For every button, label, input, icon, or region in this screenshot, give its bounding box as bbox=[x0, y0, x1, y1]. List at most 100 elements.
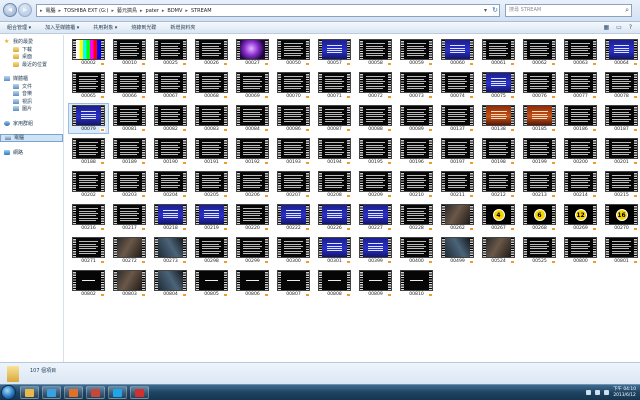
nav-favorites[interactable]: ★ 我的最愛 bbox=[0, 38, 63, 46]
file-tile[interactable]: 00087 bbox=[315, 104, 354, 133]
file-tile[interactable]: 00202 bbox=[69, 170, 108, 199]
file-tile[interactable]: 00228 bbox=[397, 203, 436, 232]
file-tile[interactable]: 00207 bbox=[274, 170, 313, 199]
taskbar-photos-icon[interactable] bbox=[86, 386, 105, 399]
file-tile[interactable]: 00192 bbox=[233, 137, 272, 166]
file-tile[interactable]: 00067 bbox=[151, 71, 190, 100]
file-tile[interactable]: 00199 bbox=[520, 137, 559, 166]
file-tile[interactable]: 00071 bbox=[315, 71, 354, 100]
organize-button[interactable]: 組合管理 ▾ bbox=[0, 24, 38, 31]
file-tile[interactable]: 00200 bbox=[561, 137, 600, 166]
search-icon[interactable]: ⌕ bbox=[625, 5, 629, 16]
taskbar-skype-icon[interactable] bbox=[108, 386, 127, 399]
file-tile[interactable]: 00196 bbox=[397, 137, 436, 166]
file-tile[interactable]: 00800 bbox=[561, 236, 600, 265]
nav-item-desktop[interactable]: 桌面 bbox=[0, 53, 63, 61]
nav-item-downloads[interactable]: 下載 bbox=[0, 46, 63, 54]
file-tile[interactable]: 00215 bbox=[602, 170, 640, 199]
file-tile[interactable]: 00226 bbox=[315, 203, 354, 232]
file-tile[interactable]: 00227 bbox=[356, 203, 395, 232]
file-tile[interactable]: 00203 bbox=[110, 170, 149, 199]
file-tile[interactable]: 00525 bbox=[520, 236, 559, 265]
file-tile[interactable]: 12 00269 bbox=[561, 203, 600, 232]
file-tile[interactable]: 00216 bbox=[69, 203, 108, 232]
file-tile[interactable]: 00193 bbox=[274, 137, 313, 166]
breadcrumb-separator-icon[interactable]: ▸ bbox=[112, 8, 115, 14]
file-tile[interactable]: 00063 bbox=[561, 38, 600, 67]
file-tile[interactable]: 00010 bbox=[110, 38, 149, 67]
file-tile[interactable]: 16 00270 bbox=[602, 203, 640, 232]
file-tile[interactable]: 00209 bbox=[356, 170, 395, 199]
taskbar-explorer-icon[interactable] bbox=[20, 386, 39, 399]
file-tile[interactable]: 00185 bbox=[520, 104, 559, 133]
file-tile[interactable]: 00808 bbox=[315, 269, 354, 298]
file-tile[interactable]: 00803 bbox=[110, 269, 149, 298]
nav-item-recent[interactable]: 最近的位置 bbox=[0, 61, 63, 69]
file-tile[interactable]: 00204 bbox=[151, 170, 190, 199]
file-tile[interactable]: 00211 bbox=[438, 170, 477, 199]
file-tile[interactable]: 00299 bbox=[233, 236, 272, 265]
file-tile[interactable]: 00400 bbox=[397, 236, 436, 265]
nav-item-documents[interactable]: 文件 bbox=[0, 83, 63, 91]
file-tile[interactable]: 00070 bbox=[274, 71, 313, 100]
file-tile[interactable]: 00072 bbox=[356, 71, 395, 100]
file-tile[interactable]: 00218 bbox=[151, 203, 190, 232]
file-tile[interactable]: 00089 bbox=[397, 104, 436, 133]
file-tile[interactable]: 00186 bbox=[561, 104, 600, 133]
file-tile[interactable]: 00079 bbox=[68, 103, 109, 134]
breadcrumb-item[interactable]: TOSHIBA EXT (G:) bbox=[64, 8, 108, 14]
nav-homegroup[interactable]: 家用群組 bbox=[0, 120, 63, 128]
file-tile[interactable]: 00208 bbox=[315, 170, 354, 199]
file-tile[interactable]: 00191 bbox=[192, 137, 231, 166]
file-tile[interactable]: 00262 bbox=[438, 203, 477, 232]
file-tile[interactable]: 00075 bbox=[479, 71, 518, 100]
file-tile[interactable]: 00810 bbox=[397, 269, 436, 298]
file-tile[interactable]: 00059 bbox=[397, 38, 436, 67]
file-tile[interactable]: 00809 bbox=[356, 269, 395, 298]
breadcrumb-item[interactable]: 藝元搞鳥 bbox=[117, 7, 137, 14]
refresh-icon[interactable]: ↻ bbox=[492, 5, 498, 16]
file-tile[interactable]: 00188 bbox=[69, 137, 108, 166]
file-tile[interactable]: 6 00268 bbox=[520, 203, 559, 232]
file-tile[interactable]: 00194 bbox=[315, 137, 354, 166]
file-tile[interactable]: 00195 bbox=[356, 137, 395, 166]
file-tile[interactable]: 00190 bbox=[151, 137, 190, 166]
breadcrumb-item[interactable]: BDMV bbox=[167, 8, 182, 14]
file-tile[interactable]: 00201 bbox=[602, 137, 640, 166]
file-tile[interactable]: 00088 bbox=[356, 104, 395, 133]
file-tile[interactable]: 00271 bbox=[69, 236, 108, 265]
new-folder-button[interactable]: 新增資料夾 bbox=[163, 24, 202, 31]
taskbar-firefox-icon[interactable] bbox=[64, 386, 83, 399]
file-tile[interactable]: 00027 bbox=[233, 38, 272, 67]
tray-arrow-icon[interactable] bbox=[586, 390, 592, 395]
file-tile[interactable]: 00198 bbox=[479, 137, 518, 166]
breadcrumb-item[interactable]: STREAM bbox=[191, 8, 212, 14]
file-tile[interactable]: 00301 bbox=[315, 236, 354, 265]
file-tile[interactable]: 00057 bbox=[315, 38, 354, 67]
file-tile[interactable]: 00197 bbox=[438, 137, 477, 166]
file-tile[interactable]: 00212 bbox=[479, 170, 518, 199]
file-tile[interactable]: 00805 bbox=[192, 269, 231, 298]
file-tile[interactable]: 00069 bbox=[233, 71, 272, 100]
file-tile[interactable]: 00084 bbox=[233, 104, 272, 133]
file-tile[interactable]: 00065 bbox=[69, 71, 108, 100]
start-button[interactable] bbox=[1, 385, 16, 400]
file-tile[interactable]: 00807 bbox=[274, 269, 313, 298]
file-tile[interactable]: 00061 bbox=[479, 38, 518, 67]
file-tile[interactable]: 00062 bbox=[520, 38, 559, 67]
file-tile[interactable]: 00026 bbox=[192, 38, 231, 67]
breadcrumb-separator-icon[interactable]: ▸ bbox=[140, 8, 143, 14]
file-tile[interactable]: 00499 bbox=[438, 236, 477, 265]
file-tile[interactable]: 00050 bbox=[274, 38, 313, 67]
burn-button[interactable]: 燒錄到光碟 bbox=[124, 24, 163, 31]
network-tray-icon[interactable] bbox=[595, 390, 601, 395]
file-tile[interactable]: 00210 bbox=[397, 170, 436, 199]
add-to-library-button[interactable]: 加入至媒體櫃 ▾ bbox=[38, 24, 86, 31]
clock[interactable]: 下午 04:10 2013/6/12 bbox=[613, 387, 636, 398]
file-tile[interactable]: 00064 bbox=[602, 38, 640, 67]
file-tile[interactable]: 00300 bbox=[274, 236, 313, 265]
file-tile[interactable]: 00073 bbox=[397, 71, 436, 100]
file-tile[interactable]: 00222 bbox=[274, 203, 313, 232]
breadcrumb-item[interactable]: 電腦 bbox=[46, 7, 56, 14]
breadcrumb-item[interactable]: pater bbox=[146, 8, 159, 14]
